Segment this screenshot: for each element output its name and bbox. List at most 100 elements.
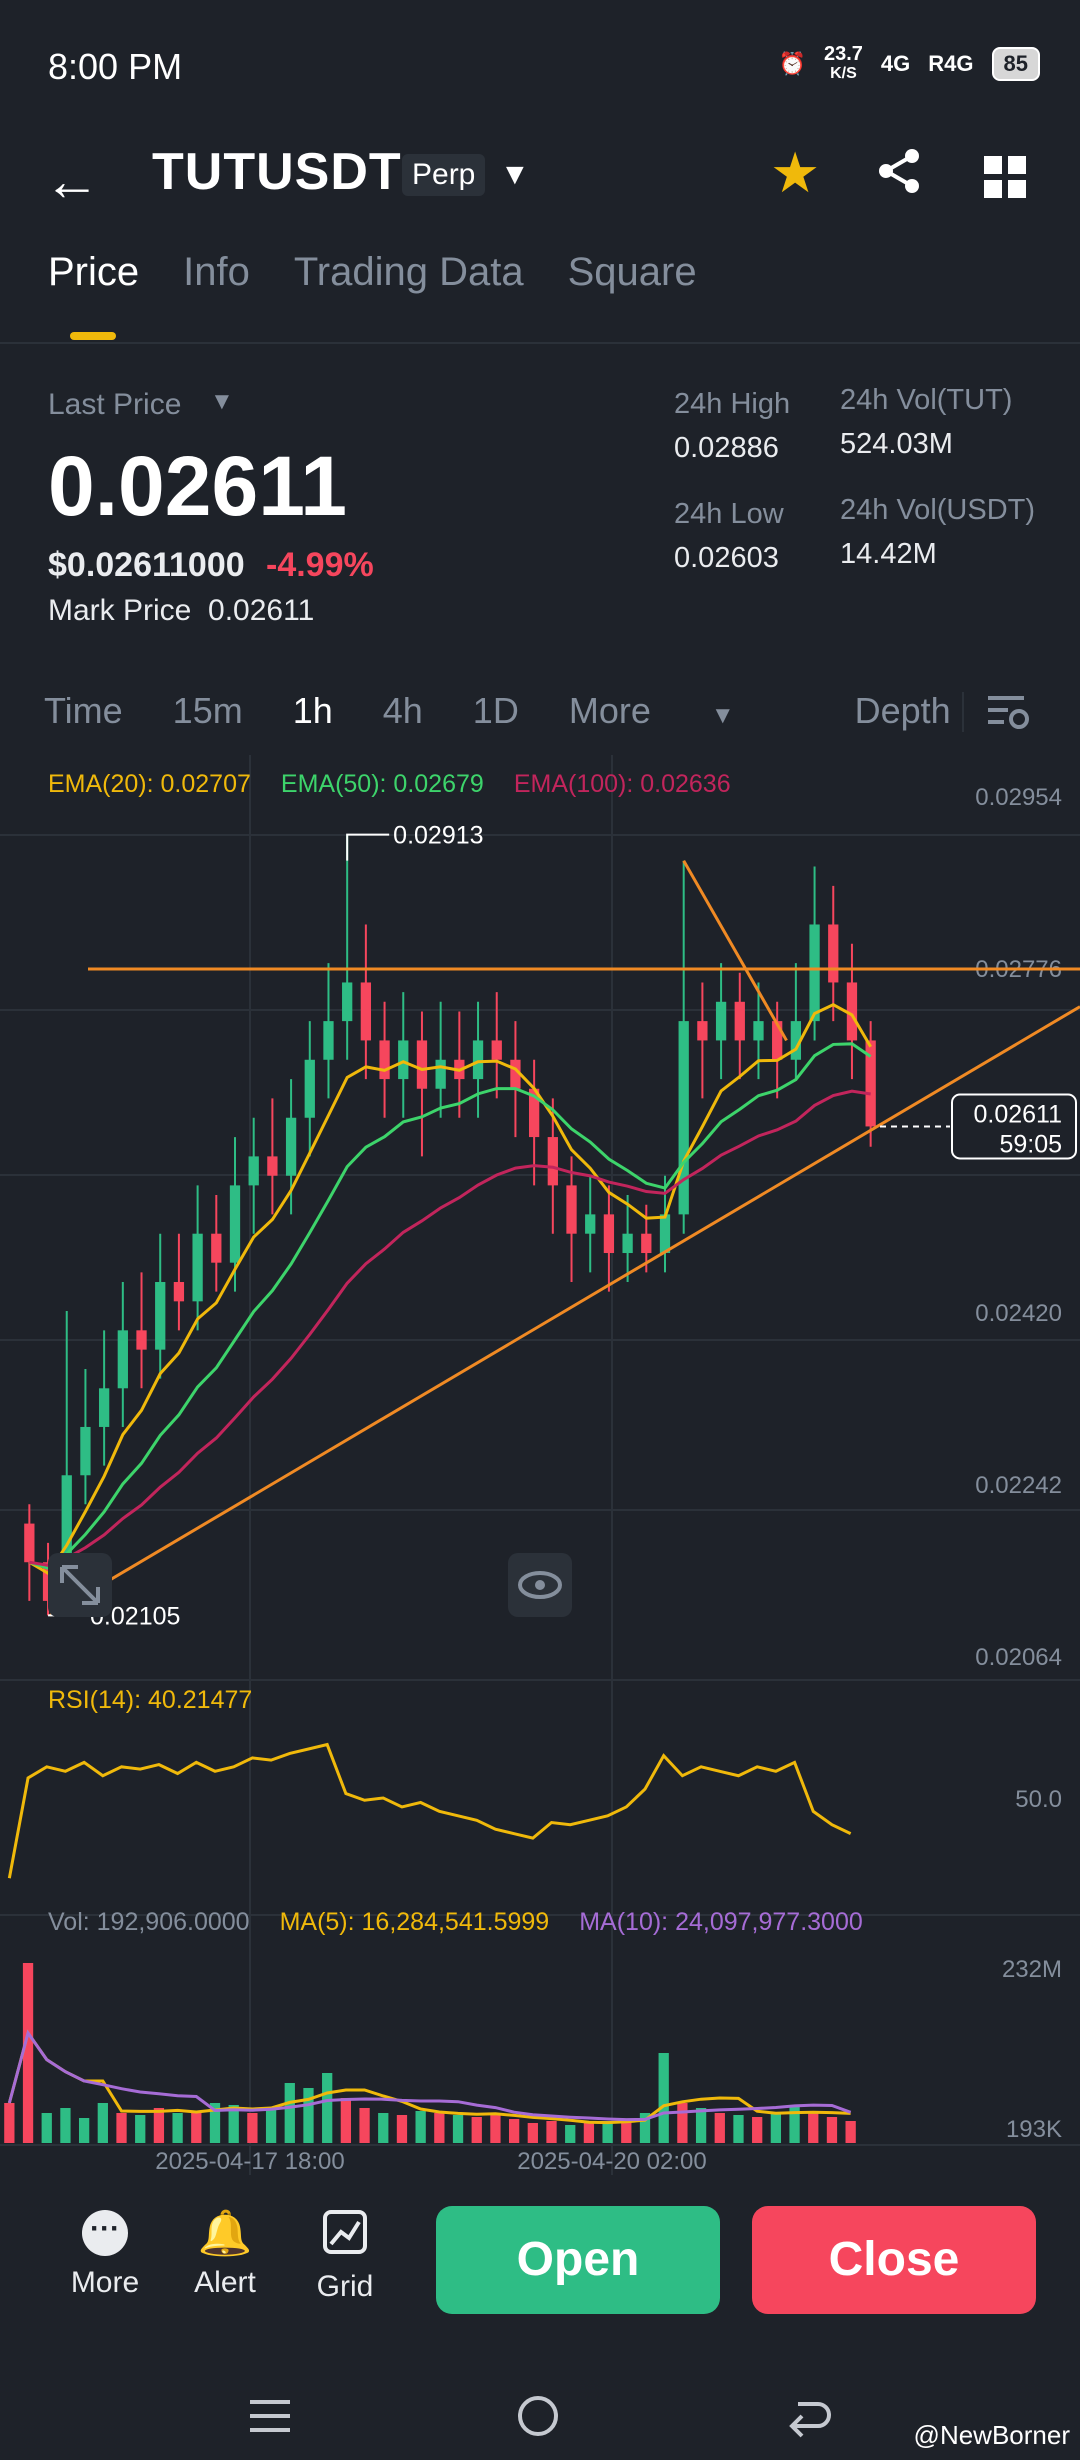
tab-square[interactable]: Square <box>568 250 697 295</box>
last-price-label[interactable]: Last Price <box>48 388 181 422</box>
back-nav-icon[interactable] <box>788 2394 832 2443</box>
volume-bar <box>322 2073 333 2143</box>
status-bar: 8:00 PM ⏰ 23.7 K/S 4G R4G 85 <box>0 0 1080 130</box>
candle-body <box>622 1233 633 1254</box>
tab-info[interactable]: Info <box>183 250 250 295</box>
candle-body <box>809 924 820 1022</box>
volume-bar <box>527 2123 538 2143</box>
candle-body <box>229 1185 241 1263</box>
rsi-line <box>7 1742 852 1879</box>
volume-bar <box>658 2053 669 2143</box>
vol-usdt-label: 24h Vol(USDT) <box>840 494 1036 526</box>
last-price-usd: $0.02611000 <box>48 546 245 584</box>
chart-settings-icon[interactable] <box>986 692 1030 737</box>
ema20-label: EMA(20): 0.02707 <box>48 770 251 798</box>
high-marker-label: 0.02913 <box>393 822 483 850</box>
volume-bar <box>714 2113 725 2143</box>
tf-depth[interactable]: Depth <box>855 690 951 732</box>
volume-bar <box>565 2125 576 2143</box>
volume-bar <box>583 2123 595 2143</box>
volume-bar <box>4 2103 15 2143</box>
volume-bar <box>172 2113 183 2143</box>
volume-bar <box>490 2113 501 2143</box>
favorite-star-icon[interactable]: ★ <box>770 140 820 206</box>
candle-body <box>155 1282 166 1350</box>
price-chart[interactable]: 0.029540.027760.024200.022420.020640.029… <box>0 755 1080 2175</box>
grid-menu-icon[interactable] <box>984 156 1026 203</box>
volume-bar <box>396 2115 408 2143</box>
candle-body <box>117 1330 128 1389</box>
volume-legend: Vol: 192,906.0000 MA(5): 16,284,541.5999… <box>48 1908 863 1937</box>
timeframe-bar: Time 15m 1h 4h 1D More ▼ Depth <box>44 690 1001 732</box>
symbol-title[interactable]: TUTUSDT <box>152 142 402 202</box>
net-speed: 23.7 K/S <box>823 43 863 82</box>
grid-bot-icon <box>310 2210 380 2264</box>
high-marker-line <box>346 833 390 861</box>
tf-1h[interactable]: 1h <box>293 690 333 732</box>
volume-bar <box>41 2113 52 2143</box>
candle-body <box>173 1282 185 1302</box>
more-dots-icon: ··· <box>82 2210 128 2256</box>
share-icon[interactable] <box>874 146 924 201</box>
candle-body <box>828 924 839 983</box>
grid-action[interactable]: Grid <box>310 2210 380 2304</box>
candle-body <box>80 1426 91 1476</box>
open-button[interactable]: Open <box>436 2206 720 2314</box>
candle-body <box>398 1040 409 1080</box>
more-action[interactable]: ··· More <box>70 2210 140 2300</box>
tf-4h[interactable]: 4h <box>383 690 423 732</box>
volume-bar <box>153 2108 165 2143</box>
vol-tick-label: 232M <box>1002 1956 1062 1983</box>
candle-body <box>416 1040 428 1089</box>
active-tab-indicator <box>70 332 116 340</box>
vol-usdt-value: 14.42M <box>840 538 937 570</box>
candle-body <box>472 1040 484 1080</box>
tab-price[interactable]: Price <box>48 250 139 295</box>
volume-bar <box>695 2108 707 2143</box>
candle-body <box>136 1330 147 1350</box>
x-axis-label: 2025-04-20 02:00 <box>517 2148 707 2175</box>
signal-r4g: R4G <box>928 51 974 76</box>
rsi-label: RSI(14): 40.21477 <box>48 1686 253 1714</box>
alarm-icon: ⏰ <box>778 51 806 76</box>
close-button[interactable]: Close <box>752 2206 1036 2314</box>
candle-body <box>566 1185 577 1234</box>
candle-body <box>24 1523 35 1563</box>
tf-more[interactable]: More ▼ <box>569 690 785 732</box>
volume-bar <box>340 2098 352 2143</box>
candle-body <box>304 1059 315 1118</box>
recent-apps-icon[interactable] <box>250 2396 290 2441</box>
volume-bar <box>677 2103 688 2143</box>
volume-bar <box>826 2117 838 2143</box>
last-price-dropdown-icon[interactable]: ▼ <box>210 388 234 416</box>
low-label: 24h Low <box>674 498 784 530</box>
home-icon[interactable] <box>516 2394 560 2443</box>
ema100-label: EMA(100): 0.02636 <box>513 770 731 798</box>
tf-1d[interactable]: 1D <box>473 690 519 732</box>
candle-body <box>323 1021 334 1060</box>
candle-body <box>342 982 353 1022</box>
volume-bar <box>508 2119 520 2143</box>
price-change-percent: -4.99% <box>266 546 374 584</box>
back-arrow-icon[interactable]: ← <box>44 148 100 213</box>
tab-trading-data[interactable]: Trading Data <box>294 250 524 295</box>
tf-15m[interactable]: 15m <box>173 690 243 732</box>
candle-body <box>603 1214 615 1254</box>
volume-bar <box>752 2117 763 2143</box>
candle-body <box>267 1156 278 1176</box>
ma5-label: MA(5): 16,284,541.5999 <box>279 1908 550 1936</box>
countdown-label: 59:05 <box>999 1130 1062 1158</box>
low-value: 0.02603 <box>674 542 779 574</box>
alert-action[interactable]: 🔔 Alert <box>190 2210 260 2300</box>
symbol-dropdown-icon[interactable]: ▼ <box>500 158 530 192</box>
volume-bar <box>265 2108 277 2143</box>
main-tabs: Price Info Trading Data Square <box>48 250 697 295</box>
tf-time[interactable]: Time <box>44 690 123 732</box>
volume-bar <box>415 2111 426 2143</box>
candle-body <box>734 1001 745 1041</box>
candle-body <box>697 1021 708 1041</box>
last-price-value: 0.02611 <box>48 439 348 533</box>
volume-bar <box>303 2088 314 2143</box>
rsi-level-label: 50.0 <box>1015 1786 1062 1813</box>
ema-legend: EMA(20): 0.02707 EMA(50): 0.02679 EMA(10… <box>48 770 731 799</box>
